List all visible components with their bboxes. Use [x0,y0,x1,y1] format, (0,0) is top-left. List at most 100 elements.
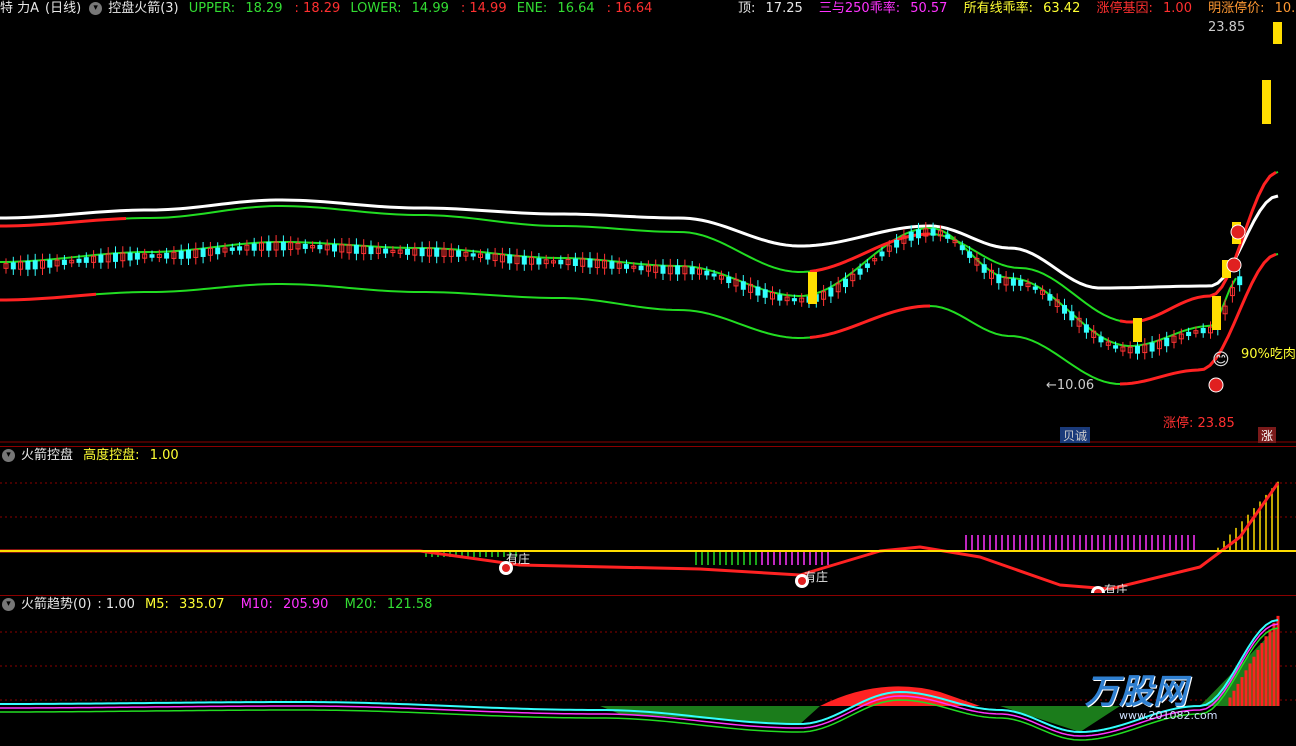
candle-body [1186,331,1192,337]
ene-label: ENE: 16.64 [516,1,595,16]
candle-body [1237,276,1243,286]
bottom-tag[interactable]: 贝诚 [1060,427,1091,443]
candle-body [1113,345,1119,349]
upper-line [0,171,1279,323]
chevron-down-icon[interactable]: ▾ [89,2,103,15]
m10-label: M10: 205.90 [240,597,329,612]
watermark-brand: 万股网 [1085,672,1187,712]
candle-body [1062,305,1067,314]
candle-body [726,276,732,284]
candle-body [127,252,133,261]
ind1-name[interactable]: 火箭控盘 [21,448,73,463]
candle-body [660,265,666,274]
indicator1-chart[interactable] [0,447,1296,593]
candle-body [98,254,104,263]
candle-body [930,228,936,236]
candle-body [317,244,323,250]
candle-body [353,244,359,254]
candle-body [1047,294,1053,301]
candle-body [456,250,462,257]
indicator1-panel[interactable]: ▾ 火箭控盘 高度控盘: 1.00 有庄 有庄 有庄 [0,446,1296,593]
candle-body [857,268,863,275]
candle-body [638,265,644,271]
candle-body [434,247,440,257]
zhuang-marker-3: 有庄 [1104,583,1129,593]
candle-body [843,278,848,288]
candle-body [740,281,746,290]
candle-body [32,260,38,270]
ind2-value: : 1.00 [97,597,135,612]
candle-body [762,289,768,298]
candle-body [1032,286,1038,290]
indicator2-panel[interactable]: ▾ 火箭趋势(0) : 1.00 M5: 335.07 M10: 205.90 M2… [0,595,1296,746]
top-line [0,194,1279,290]
chevron-down-icon[interactable]: ▾ [2,598,15,611]
limit-tag[interactable]: 涨 [1258,427,1277,443]
signal-dot [1208,377,1224,393]
candle-body [558,259,564,265]
m5-label: M5: 335.07 [145,597,225,612]
candle-body [266,241,272,251]
chevron-down-icon[interactable]: ▾ [2,449,15,462]
period-label[interactable]: (日线) [45,1,81,16]
candle-body [25,260,31,270]
candle-body [879,251,885,257]
candle-body [186,249,191,259]
candle-body [536,258,542,265]
high-price-label: 23.85 [1208,20,1246,35]
candlestick-chart[interactable] [0,0,1296,443]
candle-body [332,244,337,252]
candle-body [47,259,53,268]
candle-body [1018,279,1024,286]
limit-up-bar [1262,80,1271,124]
candle-body [675,265,681,275]
candle-body [113,252,118,262]
candle-body [711,273,717,277]
allratio-label: 所有线乖率: 63.42 [963,1,1081,16]
candle-body [507,254,513,264]
limit-up-bar [1273,22,1282,44]
ind2-header: ▾ 火箭趋势(0) : 1.00 M5: 335.07 M10: 205.90 M2… [0,596,444,614]
ind1-line-label: 高度控盘: 1.00 [83,448,179,463]
candle-body [1135,345,1140,354]
candle-body [916,229,921,239]
ind2-name[interactable]: 火箭趋势(0) [21,597,91,612]
candle-body [791,298,797,302]
watermark: 万股网 www.201082.com [1085,664,1217,722]
candle-body [981,264,987,273]
candle-body [828,287,834,297]
candle-body [149,254,155,258]
candle-body [237,246,243,251]
ind1-header: ▾ 火箭控盘 高度控盘: 1.00 [0,447,191,465]
candle-body [777,294,783,301]
candle-body [894,239,900,248]
limit-up-bar [1133,318,1142,342]
watermark-url: www.201082.com [1119,709,1218,722]
candle-body [302,243,308,249]
upper-label: UPPER: 18.29 [188,1,283,16]
candle-body [1200,328,1206,334]
candle-body [383,248,389,254]
candle-body [689,266,695,275]
candle-body [83,257,89,263]
indicator-name[interactable]: 控盘火箭(3) [108,1,178,16]
lower-line-red-3 [0,292,97,302]
candle-body [200,248,206,257]
candle-body [1149,342,1155,352]
candle-body [704,270,710,276]
candle-body [485,253,491,260]
candle-body [368,246,374,255]
candle-body [134,252,140,260]
nextlimit-label: 明涨停价: 10. [1208,1,1296,16]
candle-body [1069,311,1075,321]
zhuang-marker-1: 有庄 [506,552,531,566]
candle-body [609,261,615,269]
m20-label: M20: 121.58 [344,597,433,612]
candle-body [1083,324,1089,333]
candle-body [959,245,965,251]
main-chart-panel[interactable]: 特 力A (日线) ▾ 控盘火箭(3) UPPER: 18.29: 18.29 LOW… [0,0,1296,443]
candle-body [251,243,257,251]
candle-body [10,262,16,270]
stock-name[interactable]: 特 力A [0,1,39,16]
ene-line [0,227,1237,347]
